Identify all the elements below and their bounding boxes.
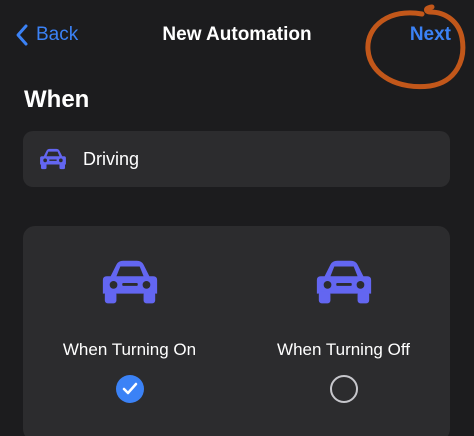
radio-unchecked[interactable]	[329, 375, 358, 403]
automation-screen: Back New Automation Next When Driving Wh…	[0, 0, 474, 436]
radio-checked[interactable]	[115, 375, 144, 403]
car-icon	[316, 260, 371, 304]
option-when-turning-on[interactable]: When Turning On	[23, 226, 236, 436]
next-button[interactable]: Next	[410, 20, 451, 50]
option-label: When Turning Off	[277, 340, 410, 359]
section-heading: When	[24, 86, 90, 113]
trigger-label: Driving	[83, 148, 140, 169]
option-label: When Turning On	[62, 340, 197, 359]
annotation-circle	[365, 4, 466, 90]
checkmark-icon	[122, 382, 137, 395]
car-icon	[40, 148, 66, 170]
page-title: New Automation	[162, 24, 312, 45]
option-when-turning-off[interactable]: When Turning Off	[237, 226, 450, 436]
trigger-card[interactable]: Driving	[23, 131, 450, 187]
car-icon	[102, 260, 157, 304]
options-card: When Turning On When Turning Off	[23, 226, 450, 436]
